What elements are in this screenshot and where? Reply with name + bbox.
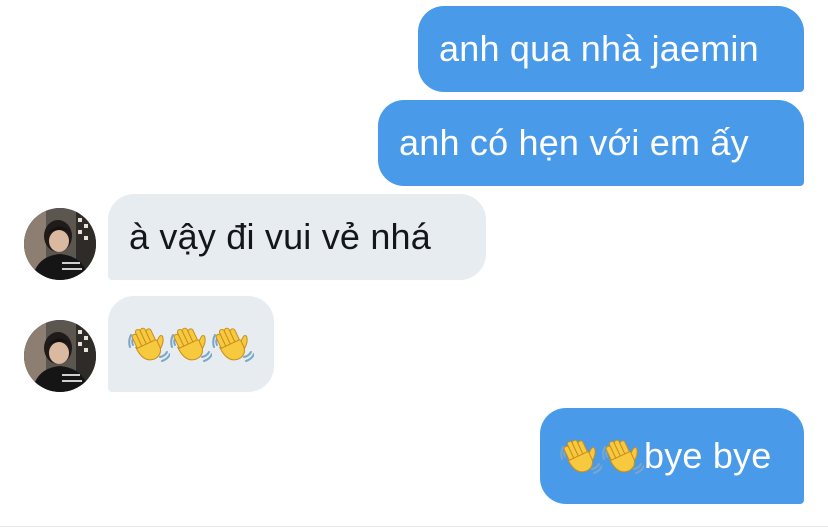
message-text: anh có hẹn với em ấy <box>399 122 749 163</box>
waving-hand-icon <box>602 435 645 477</box>
message-text: à vậy đi vui vẻ nhá <box>129 216 431 257</box>
waving-hand-icon <box>170 323 213 365</box>
divider <box>0 526 828 527</box>
outgoing-message-bubble[interactable]: bye bye <box>540 408 804 504</box>
outgoing-message-bubble[interactable]: anh có hẹn với em ấy <box>378 100 804 186</box>
waving-hand-icon <box>560 435 603 477</box>
message-text: anh qua nhà jaemin <box>439 28 759 69</box>
contact-avatar[interactable] <box>24 208 96 280</box>
incoming-message-bubble[interactable] <box>108 296 274 392</box>
incoming-message-bubble[interactable]: à vậy đi vui vẻ nhá <box>108 194 486 280</box>
outgoing-message-bubble[interactable]: anh qua nhà jaemin <box>418 6 804 92</box>
contact-avatar[interactable] <box>24 320 96 392</box>
waving-hand-icon <box>212 323 255 365</box>
waving-hand-icon <box>128 323 171 365</box>
message-text: bye bye <box>644 435 772 476</box>
